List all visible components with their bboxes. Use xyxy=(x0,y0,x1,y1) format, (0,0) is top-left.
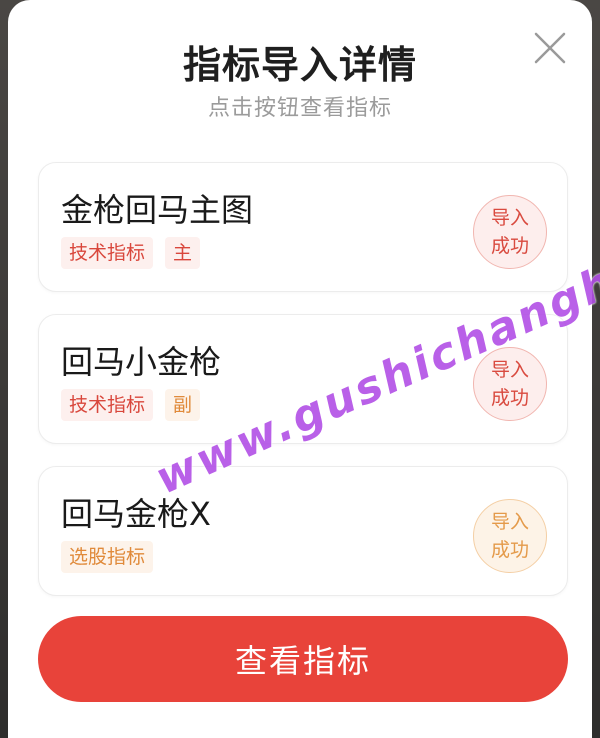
stamp-line-1: 导入 xyxy=(490,207,529,229)
close-icon xyxy=(534,32,566,64)
stamp-line-1: 导入 xyxy=(490,359,529,381)
import-success-stamp: 导入 成功 xyxy=(473,499,547,573)
indicator-name: 回马小金枪 xyxy=(61,343,222,381)
dialog-title: 指标导入详情 xyxy=(182,43,417,87)
tag-type: 技术指标 xyxy=(61,237,154,269)
close-button[interactable] xyxy=(530,28,570,68)
stamp-line-1: 导入 xyxy=(490,511,529,533)
stamp-line-2: 成功 xyxy=(490,387,529,409)
indicator-card[interactable]: 金枪回马主图 技术指标 主 导入 成功 xyxy=(38,162,568,292)
indicator-name: 回马金枪X xyxy=(61,495,211,533)
dialog-subtitle: 点击按钮查看指标 xyxy=(207,96,392,121)
tag-type: 选股指标 xyxy=(61,541,154,573)
indicator-tags: 技术指标 副 xyxy=(61,389,201,421)
view-indicators-button[interactable]: 查看指标 xyxy=(38,616,568,702)
import-success-stamp: 导入 成功 xyxy=(473,195,547,269)
indicator-name: 金枪回马主图 xyxy=(61,191,254,229)
indicator-card[interactable]: 回马金枪X 选股指标 导入 成功 xyxy=(38,466,568,596)
tag-position: 主 xyxy=(165,237,201,269)
tag-type: 技术指标 xyxy=(61,389,154,421)
indicator-tags: 技术指标 主 xyxy=(61,237,201,269)
import-details-dialog: 指标导入详情 点击按钮查看指标 金枪回马主图 技术指标 主 导入 成功 回马小金… xyxy=(8,0,592,738)
stamp-line-2: 成功 xyxy=(490,539,529,561)
tag-position: 副 xyxy=(165,389,201,421)
stamp-line-2: 成功 xyxy=(490,235,529,257)
indicator-tags: 选股指标 xyxy=(61,541,154,573)
